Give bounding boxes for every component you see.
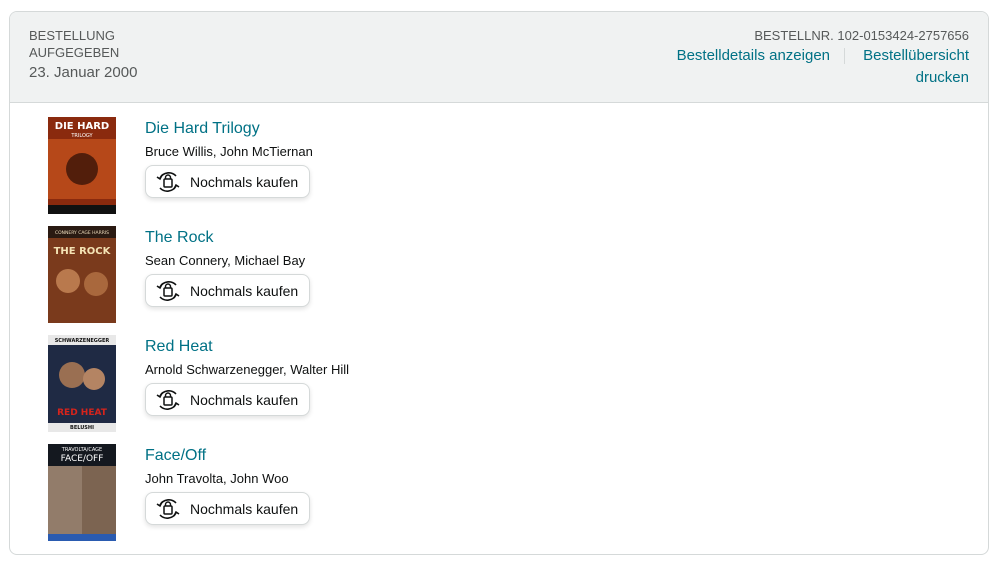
svg-text:SCHWARZENEGGER: SCHWARZENEGGER — [55, 338, 110, 344]
product-authors: Sean Connery, Michael Bay — [145, 253, 306, 268]
buy-again-icon — [156, 171, 180, 192]
buy-again-label: Nochmals kaufen — [190, 173, 299, 190]
product-title-link[interactable]: Face/Off — [145, 446, 206, 466]
product-authors: Bruce Willis, John McTiernan — [145, 144, 313, 159]
order-number: BESTELLNR. 102-0153424-2757656 — [754, 27, 969, 44]
order-item: CONNERY CAGE HARRIS THE ROCK The Rock Se… — [10, 212, 988, 323]
svg-text:RED HEAT: RED HEAT — [57, 408, 108, 418]
svg-text:FACE/OFF: FACE/OFF — [61, 454, 104, 464]
print-summary-link[interactable]: Bestellübersicht drucken — [845, 45, 969, 89]
svg-text:THE ROCK: THE ROCK — [54, 246, 112, 257]
buy-again-button[interactable]: Nochmals kaufen — [145, 383, 310, 416]
svg-text:CONNERY CAGE HARRIS: CONNERY CAGE HARRIS — [55, 230, 109, 236]
product-title-link[interactable]: Die Hard Trilogy — [145, 119, 260, 139]
order-card: BESTELLUNG AUFGEGEBEN 23. Januar 2000 BE… — [9, 11, 989, 555]
buy-again-icon — [156, 498, 180, 519]
order-placed-date: 23. Januar 2000 — [29, 64, 138, 81]
svg-text:DIE HARD: DIE HARD — [55, 121, 109, 132]
buy-again-button[interactable]: Nochmals kaufen — [145, 165, 310, 198]
product-image[interactable]: TRAVOLTA/CAGE FACE/OFF — [48, 444, 116, 541]
buy-again-icon — [156, 280, 180, 301]
buy-again-label: Nochmals kaufen — [190, 500, 299, 517]
order-number-label: BESTELLNR. — [754, 28, 834, 43]
order-header: BESTELLUNG AUFGEGEBEN 23. Januar 2000 BE… — [10, 12, 988, 103]
buy-again-icon — [156, 389, 180, 410]
buy-again-button[interactable]: Nochmals kaufen — [145, 274, 310, 307]
product-image[interactable]: DIE HARD TRILOGY — [48, 117, 116, 214]
order-number-value: 102-0153424-2757656 — [837, 28, 969, 43]
svg-text:TRAVOLTA/CAGE: TRAVOLTA/CAGE — [61, 447, 102, 453]
order-item: DIE HARD TRILOGY Die Hard Trilogy Bruce … — [10, 103, 988, 214]
order-details-link[interactable]: Bestelldetails anzeigen — [677, 45, 844, 67]
order-placed-label: BESTELLUNG AUFGEGEBEN — [29, 28, 120, 60]
product-authors: John Travolta, John Woo — [145, 471, 289, 486]
buy-again-label: Nochmals kaufen — [190, 282, 299, 299]
product-image[interactable]: CONNERY CAGE HARRIS THE ROCK — [48, 226, 116, 323]
product-title-link[interactable]: The Rock — [145, 228, 213, 248]
buy-again-label: Nochmals kaufen — [190, 391, 299, 408]
order-item: SCHWARZENEGGER RED HEAT BELUSHI Red Heat… — [10, 321, 988, 432]
svg-text:TRILOGY: TRILOGY — [70, 133, 93, 139]
product-title-link[interactable]: Red Heat — [145, 337, 213, 357]
buy-again-button[interactable]: Nochmals kaufen — [145, 492, 310, 525]
order-header-links: Bestelldetails anzeigen Bestellübersicht… — [677, 45, 969, 89]
product-authors: Arnold Schwarzenegger, Walter Hill — [145, 362, 349, 377]
product-image[interactable]: SCHWARZENEGGER RED HEAT BELUSHI — [48, 335, 116, 432]
order-item: TRAVOLTA/CAGE FACE/OFF Face/Off John Tra… — [10, 430, 988, 541]
